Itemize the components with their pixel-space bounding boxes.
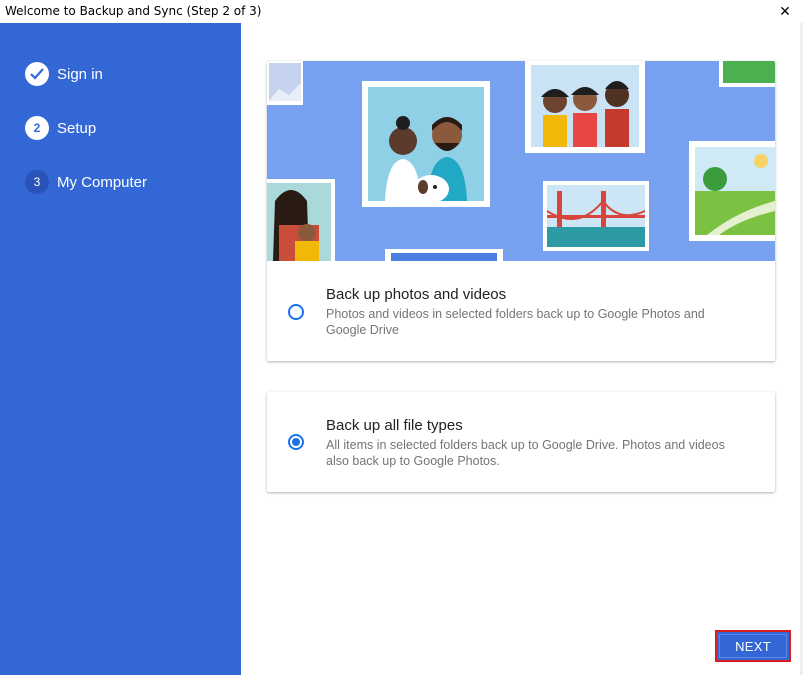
sidebar-steps: Sign in 2 Setup 3 My Computer — [0, 23, 241, 675]
family-photos-illustration — [267, 61, 775, 261]
main-content: Back up photos and videos Photos and vid… — [241, 23, 800, 675]
radio-photos-videos[interactable] — [288, 304, 304, 320]
close-icon: ✕ — [779, 3, 791, 20]
option-description: Photos and videos in selected folders ba… — [326, 307, 705, 337]
option-all-file-types[interactable]: Back up all file types All items in sele… — [267, 392, 775, 492]
step-setup: 2 Setup — [25, 115, 96, 141]
radio-all-file-types[interactable] — [288, 434, 304, 450]
check-icon — [25, 62, 49, 86]
step-label-setup: Setup — [57, 119, 97, 137]
window-title: Welcome to Backup and Sync (Step 2 of 3) — [5, 4, 262, 18]
option-title: Back up photos and videos — [326, 286, 507, 303]
step-number-my-computer: 3 — [25, 170, 49, 194]
step-label-my-computer: My Computer — [57, 173, 148, 191]
title-bar: Welcome to Backup and Sync (Step 2 of 3)… — [0, 0, 803, 23]
step-sign-in: Sign in — [25, 61, 103, 87]
option-description: All items in selected folders back up to… — [326, 438, 725, 468]
step-number-setup: 2 — [25, 116, 49, 140]
option-photos-videos[interactable]: Back up photos and videos Photos and vid… — [267, 261, 775, 361]
next-button[interactable]: NEXT — [715, 630, 791, 662]
close-button[interactable]: ✕ — [767, 0, 803, 23]
option-card-photos: Back up photos and videos Photos and vid… — [267, 61, 775, 361]
option-title: Back up all file types — [326, 417, 463, 434]
step-my-computer: 3 My Computer — [25, 169, 147, 195]
option-card-all-files: Back up all file types All items in sele… — [267, 392, 775, 492]
step-label-sign-in: Sign in — [57, 65, 103, 83]
